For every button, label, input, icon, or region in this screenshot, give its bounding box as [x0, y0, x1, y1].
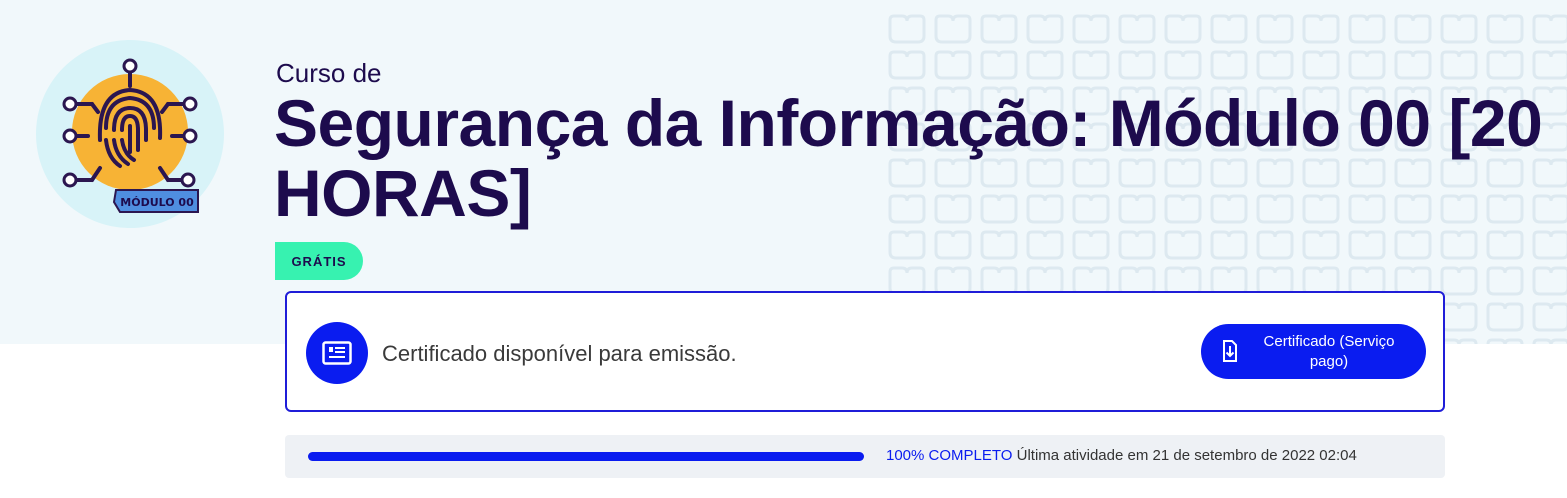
- download-document-icon: [1223, 340, 1237, 362]
- certificate-button[interactable]: Certificado (Serviço pago): [1201, 324, 1426, 379]
- course-eyebrow: Curso de: [276, 58, 382, 88]
- last-activity: Última atividade em 21 de setembro de 20…: [1016, 447, 1357, 464]
- certificate-icon: [306, 322, 368, 384]
- progress-track: [308, 452, 864, 461]
- progress-fill: [308, 452, 864, 461]
- course-logo: MÓDULO 00: [36, 40, 224, 228]
- page-title: Segurança da Informação: Módulo 00 [20 H…: [274, 86, 1543, 230]
- price-badge: GRÁTIS: [275, 242, 363, 280]
- progress-status: 100% COMPLETO Última atividade em 21 de …: [886, 447, 1357, 464]
- certificate-card: Certificado disponível para emissão. Cer…: [285, 291, 1445, 412]
- certificate-button-label: Certificado (Serviço pago): [1263, 333, 1395, 370]
- progress-panel: 100% COMPLETO Última atividade em 21 de …: [285, 435, 1445, 478]
- logo-label: MÓDULO 00: [120, 196, 194, 209]
- certificate-message: Certificado disponível para emissão.: [382, 341, 737, 366]
- progress-percent: 100% COMPLETO: [886, 447, 1013, 464]
